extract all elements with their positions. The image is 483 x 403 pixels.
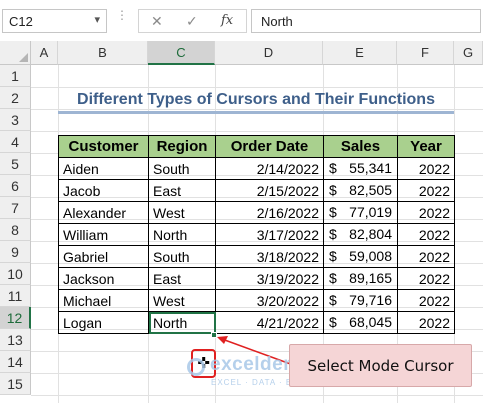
pointer-arrow <box>217 336 297 367</box>
callout-label: Select Mode Cursor <box>289 344 472 387</box>
exceldemy-logo-icon <box>187 358 205 376</box>
exceldemy-watermark: exceldemy EXCEL · DATA · BI <box>187 352 311 392</box>
watermark-tagline: EXCEL · DATA · BI <box>211 378 296 387</box>
